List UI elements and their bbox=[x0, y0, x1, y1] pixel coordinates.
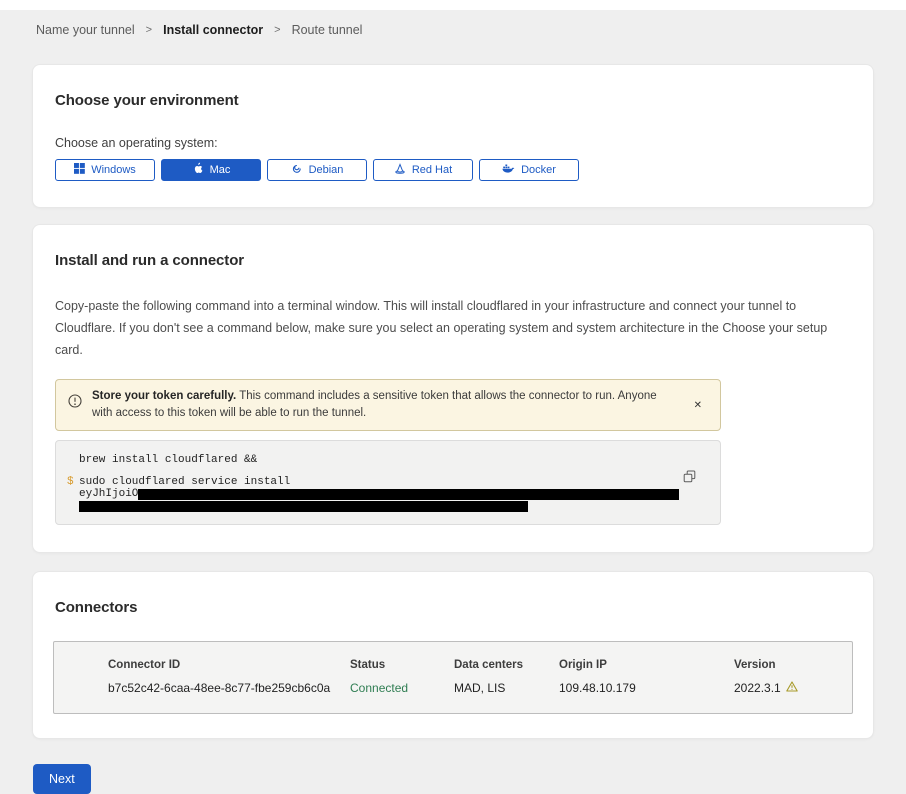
os-button-label: Debian bbox=[309, 164, 344, 176]
header-status: Status bbox=[350, 659, 454, 671]
header-connector-id: Connector ID bbox=[108, 659, 350, 671]
os-button-label: Red Hat bbox=[412, 164, 452, 176]
table-row: b7c52c42-6caa-48ee-8c77-fbe259cb6c0a Con… bbox=[108, 681, 842, 695]
connectors-title: Connectors bbox=[53, 599, 853, 616]
data-centers-value: MAD, LIS bbox=[454, 681, 559, 695]
connector-id-value: b7c52c42-6caa-48ee-8c77-fbe259cb6c0a bbox=[108, 681, 350, 695]
install-connector-card: Install and run a connector Copy-paste t… bbox=[32, 224, 874, 553]
warning-triangle-icon bbox=[786, 681, 798, 695]
os-button-docker[interactable]: Docker bbox=[479, 159, 579, 181]
alert-circle-icon bbox=[68, 394, 82, 413]
connectors-table-header: Connector ID Status Data centers Origin … bbox=[108, 659, 842, 671]
code-line-sudo: sudo cloudflared service install bbox=[79, 476, 680, 489]
os-button-label: Mac bbox=[210, 164, 231, 176]
version-value: 2022.3.1 bbox=[734, 681, 842, 695]
os-button-redhat[interactable]: Red Hat bbox=[373, 159, 473, 181]
connectors-card: Connectors Connector ID Status Data cent… bbox=[32, 571, 874, 739]
code-line-token: eyJhIjoiO bbox=[79, 489, 680, 501]
header-origin-ip: Origin IP bbox=[559, 659, 734, 671]
os-button-windows[interactable]: Windows bbox=[55, 159, 155, 181]
choose-environment-card: Choose your environment Choose an operat… bbox=[32, 64, 874, 208]
install-command-code-block: brew install cloudflared && $ sudo cloud… bbox=[55, 440, 721, 525]
windows-icon bbox=[74, 163, 85, 177]
token-warning-bold: Store your token carefully. bbox=[92, 390, 236, 402]
breadcrumb-separator: > bbox=[274, 24, 280, 36]
os-select-label: Choose an operating system: bbox=[55, 136, 851, 150]
status-badge: Connected bbox=[350, 681, 454, 695]
install-connector-title: Install and run a connector bbox=[55, 252, 851, 269]
next-button[interactable]: Next bbox=[33, 764, 91, 794]
breadcrumb-step-install-connector[interactable]: Install connector bbox=[163, 23, 263, 37]
token-warning-banner: Store your token carefully. This command… bbox=[55, 379, 721, 431]
origin-ip-value: 109.48.10.179 bbox=[559, 681, 734, 695]
os-button-group: Windows Mac Debian Red Hat Docker bbox=[55, 159, 851, 181]
shell-prompt: $ bbox=[67, 476, 74, 488]
os-button-debian[interactable]: Debian bbox=[267, 159, 367, 181]
redacted-token-bar bbox=[79, 501, 528, 512]
copy-icon[interactable] bbox=[681, 468, 698, 488]
redacted-token-bar bbox=[138, 489, 679, 500]
docker-icon bbox=[502, 163, 515, 177]
top-strip bbox=[0, 0, 906, 10]
debian-icon bbox=[291, 163, 303, 178]
apple-icon bbox=[192, 162, 204, 178]
breadcrumb-step-route-tunnel[interactable]: Route tunnel bbox=[292, 23, 363, 37]
install-description: Copy-paste the following command into a … bbox=[55, 295, 850, 361]
choose-environment-title: Choose your environment bbox=[55, 92, 851, 109]
header-version: Version bbox=[734, 659, 842, 671]
redhat-icon bbox=[394, 163, 406, 178]
os-button-label: Windows bbox=[91, 164, 136, 176]
breadcrumb-step-name-your-tunnel[interactable]: Name your tunnel bbox=[36, 23, 135, 37]
code-line-brew: brew install cloudflared && bbox=[79, 454, 680, 466]
code-line-token-2 bbox=[79, 501, 680, 513]
token-warning-text: Store your token carefully. This command… bbox=[92, 388, 688, 422]
header-data-centers: Data centers bbox=[454, 659, 559, 671]
os-button-mac[interactable]: Mac bbox=[161, 159, 261, 181]
breadcrumb-separator: > bbox=[146, 24, 152, 36]
os-button-label: Docker bbox=[521, 164, 556, 176]
breadcrumb: Name your tunnel > Install connector > R… bbox=[0, 10, 906, 37]
close-icon[interactable]: ✕ bbox=[688, 396, 708, 415]
connectors-table: Connector ID Status Data centers Origin … bbox=[53, 641, 853, 714]
